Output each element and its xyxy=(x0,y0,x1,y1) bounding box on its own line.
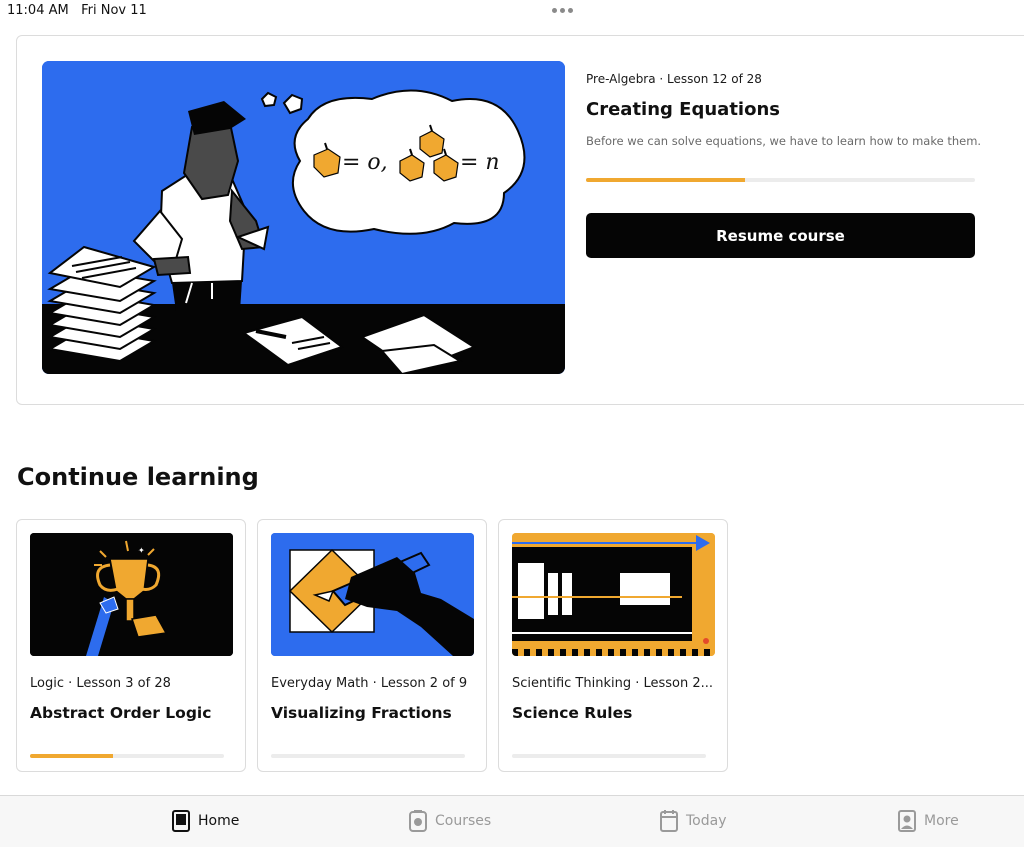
tab-label: More xyxy=(924,813,959,829)
course-progress-fill xyxy=(586,178,746,182)
profile-icon xyxy=(898,810,916,832)
course-progress-bar xyxy=(586,178,975,182)
trophy-icon: ✦ xyxy=(30,533,233,656)
status-time: 11:04 AM Fri Nov 11 xyxy=(7,3,147,18)
resume-course-button[interactable]: Resume course xyxy=(586,213,975,258)
card-course-meta: Logic · Lesson 3 of 28 xyxy=(30,676,171,691)
status-bar: 11:04 AM Fri Nov 11 xyxy=(0,0,1024,22)
tab-label: Courses xyxy=(435,813,492,829)
tab-home[interactable]: Home xyxy=(172,810,239,832)
card-lesson-title: Visualizing Fractions xyxy=(271,704,452,722)
lesson-title: Creating Equations xyxy=(586,99,780,120)
home-icon xyxy=(172,810,190,832)
equation-part-one: = o, xyxy=(342,150,388,175)
tab-more[interactable]: More xyxy=(898,810,959,832)
tab-courses[interactable]: Courses xyxy=(409,810,491,832)
tab-label: Home xyxy=(198,813,240,829)
course-card-scientific-thinking[interactable]: Scientific Thinking · Lesson 2... Scienc… xyxy=(498,519,728,772)
course-illustration: = o, = n xyxy=(42,61,565,374)
tab-today[interactable]: Today xyxy=(660,810,727,832)
bottom-tab-bar: Home Courses Today More xyxy=(0,795,1024,847)
thinking-student-illustration: = o, = n xyxy=(42,61,565,374)
card-progress-bar xyxy=(30,754,224,758)
course-meta: Pre-Algebra · Lesson 12 of 28 xyxy=(586,72,762,86)
card-course-meta: Scientific Thinking · Lesson 2... xyxy=(512,676,714,691)
lesson-description: Before we can solve equations, we have t… xyxy=(586,134,982,148)
course-card-everyday-math[interactable]: Everyday Math · Lesson 2 of 9 Visualizin… xyxy=(257,519,487,772)
svg-text:✦: ✦ xyxy=(138,546,145,555)
current-course-card: = o, = n Pre-Algebra · Lesson 12 of 28 C… xyxy=(16,35,1024,405)
card-course-meta: Everyday Math · Lesson 2 of 9 xyxy=(271,676,468,691)
calendar-icon xyxy=(660,810,678,832)
course-card-logic[interactable]: ✦ Logic · Lesson 3 of 28 Abstract Order … xyxy=(16,519,246,772)
continue-learning-heading: Continue learning xyxy=(17,463,259,491)
pen-icon xyxy=(271,533,474,656)
card-progress-fill xyxy=(30,754,114,758)
card-progress-bar xyxy=(271,754,465,758)
tab-label: Today xyxy=(686,813,727,829)
card-progress-bar xyxy=(512,754,706,758)
card-lesson-title: Science Rules xyxy=(512,704,633,722)
courses-icon xyxy=(409,810,427,832)
train-icon xyxy=(512,533,715,656)
multitasking-dots-icon[interactable] xyxy=(552,8,573,13)
card-lesson-title: Abstract Order Logic xyxy=(30,704,212,722)
equation-part-two: = n xyxy=(460,150,500,175)
